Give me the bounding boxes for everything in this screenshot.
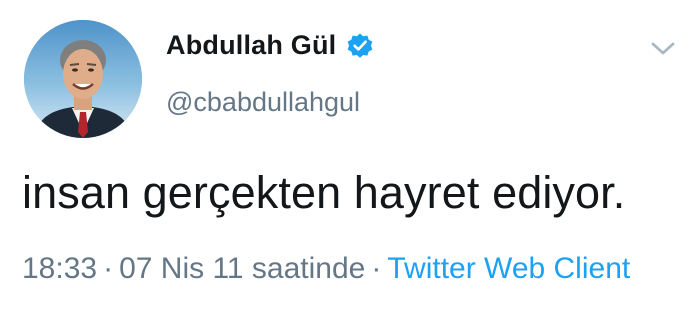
meta-separator: · [103, 252, 114, 285]
tweet-date: 07 Nis 11 saatinde [119, 252, 366, 285]
display-name[interactable]: Abdullah Gül [166, 30, 374, 61]
tweet-source-link[interactable]: Twitter Web Client [387, 252, 630, 285]
display-name-label: Abdullah Gül [166, 30, 337, 60]
tweet-text: insan gerçekten hayret ediyor. [22, 167, 626, 218]
tweet-meta: 18:33 · 07 Nis 11 saatinde · Twitter Web Cli… [22, 248, 642, 290]
avatar[interactable] [24, 20, 142, 138]
avatar-image [24, 20, 142, 138]
meta-separator: · [371, 252, 382, 285]
handle[interactable]: @cbabdullahgul [166, 87, 360, 118]
tweet-timestamp-link[interactable]: 18:33 [22, 252, 97, 285]
verified-badge-icon [346, 32, 374, 60]
tweet-card: Abdullah Gül @cbabdullahgul insan gerçek… [0, 0, 690, 335]
tweet-time: 18:33 [22, 252, 98, 285]
chevron-down-icon[interactable] [650, 40, 676, 58]
